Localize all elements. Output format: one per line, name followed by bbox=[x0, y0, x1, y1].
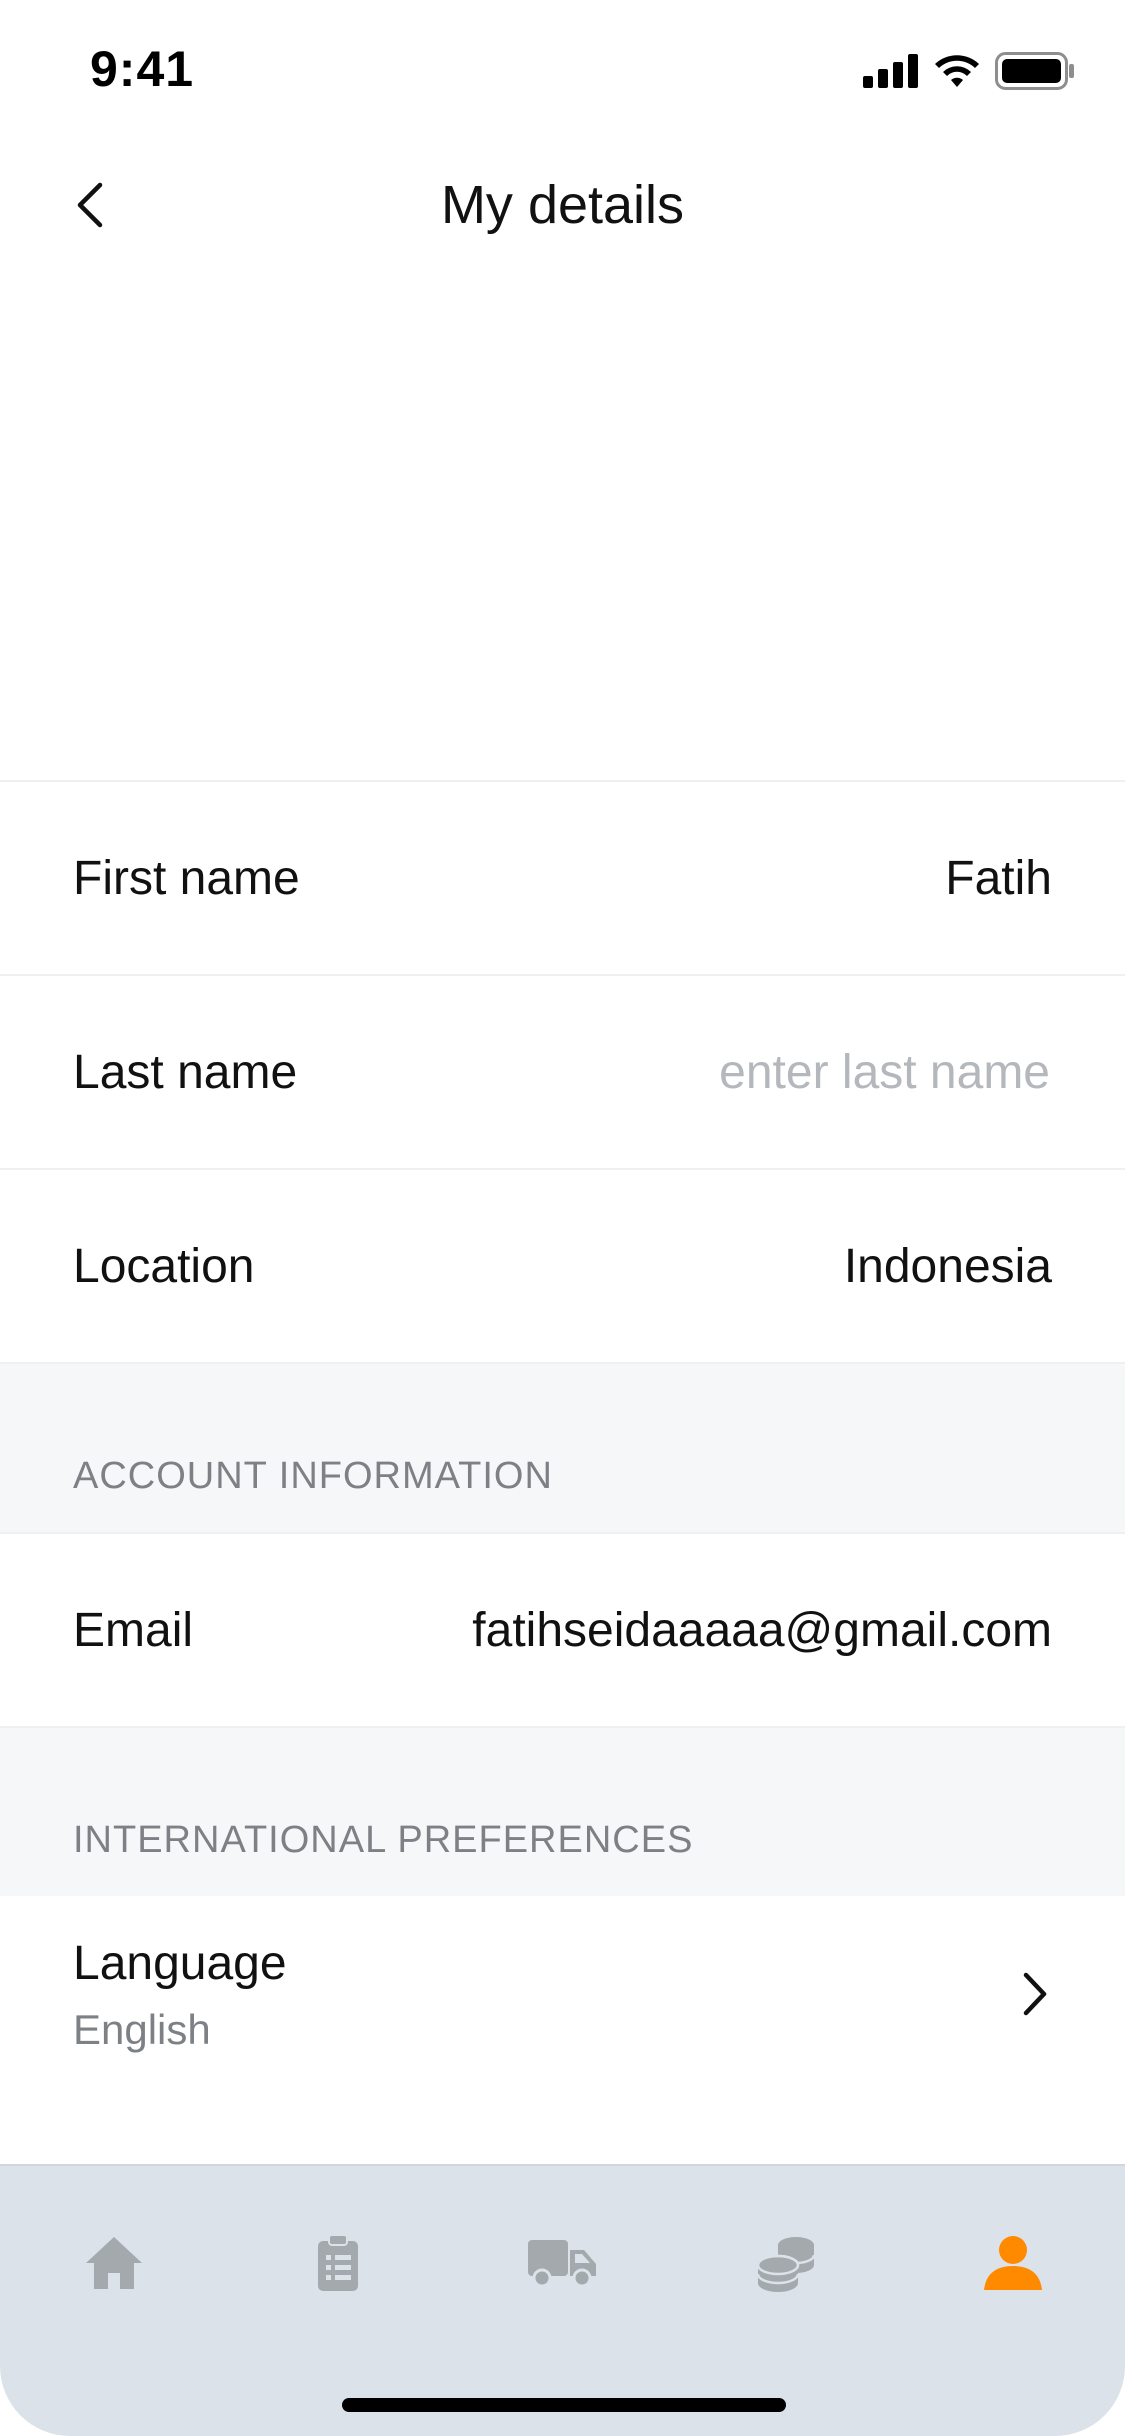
wifi-icon bbox=[935, 55, 979, 87]
chevron-right-icon[interactable] bbox=[1005, 1964, 1065, 2024]
language-value: English bbox=[73, 2006, 211, 2053]
page-title: My details bbox=[440, 175, 685, 235]
status-time: 9:41 bbox=[90, 41, 195, 97]
international-section-title: INTERNATIONAL PREFERENCES bbox=[73, 1819, 694, 1861]
language-label: Language bbox=[73, 1937, 287, 1990]
location-row[interactable]: Location Indonesia bbox=[0, 1168, 1125, 1362]
account-section-title: ACCOUNT INFORMATION bbox=[73, 1455, 553, 1497]
tab-orders[interactable] bbox=[278, 2218, 398, 2308]
tab-profile[interactable] bbox=[953, 2218, 1073, 2308]
tab-home[interactable] bbox=[54, 2218, 174, 2308]
location-value[interactable]: Indonesia bbox=[844, 1239, 1052, 1294]
status-icons bbox=[863, 52, 1075, 90]
email-value[interactable]: fatihseidaaaaa@gmail.com bbox=[472, 1603, 1052, 1658]
first-name-label: First name bbox=[73, 851, 300, 905]
tab-payments[interactable] bbox=[726, 2218, 846, 2308]
email-row[interactable]: Email fatihseidaaaaa@gmail.com bbox=[0, 1532, 1125, 1726]
battery-icon bbox=[995, 52, 1074, 90]
first-name-row[interactable]: First name Fatih bbox=[0, 780, 1125, 974]
last-name-input[interactable] bbox=[528, 1043, 1052, 1101]
home-icon bbox=[86, 2237, 142, 2289]
clipboard-icon bbox=[318, 2234, 358, 2291]
last-name-row[interactable]: Last name bbox=[0, 974, 1125, 1168]
cellular-signal-icon bbox=[863, 54, 918, 88]
email-label: Email bbox=[73, 1603, 194, 1657]
first-name-value[interactable]: Fatih bbox=[945, 851, 1052, 906]
status-bar: 9:41 bbox=[0, 0, 1125, 140]
truck-icon bbox=[528, 2240, 596, 2288]
home-indicator bbox=[342, 2398, 786, 2412]
account-section-header: ACCOUNT INFORMATION bbox=[0, 1362, 1125, 1532]
profile-form: First name Fatih Last name Location Indo… bbox=[0, 780, 1125, 2162]
coins-icon bbox=[756, 2237, 816, 2292]
nav-header: My details bbox=[0, 140, 1125, 270]
location-label: Location bbox=[73, 1239, 255, 1293]
tab-bar bbox=[0, 2164, 1125, 2436]
language-row[interactable]: Language English bbox=[0, 1896, 1125, 2162]
tab-delivery[interactable] bbox=[502, 2218, 622, 2308]
last-name-label: Last name bbox=[73, 1045, 298, 1099]
international-section-header: INTERNATIONAL PREFERENCES bbox=[0, 1726, 1125, 1896]
user-icon bbox=[984, 2236, 1042, 2290]
